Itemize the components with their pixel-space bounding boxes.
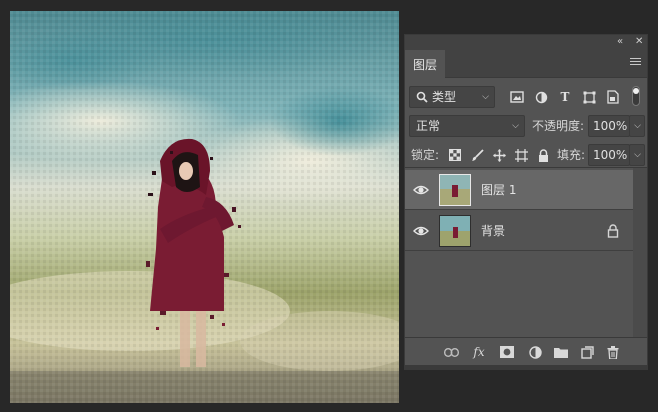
document-canvas[interactable] xyxy=(10,11,399,403)
layer-thumbnail xyxy=(439,215,471,247)
new-layer-icon[interactable] xyxy=(579,344,595,360)
blend-mode-value: 正常 xyxy=(416,119,441,133)
panel-bottom-bar: fx xyxy=(405,337,647,365)
filter-row: 类型 ⌵ T xyxy=(405,85,647,109)
opacity-value: 100% xyxy=(593,119,628,133)
chevron-down-icon: ⌵ xyxy=(634,121,641,131)
fill-label: 填充: xyxy=(557,148,586,162)
opacity-label: 不透明度: xyxy=(532,119,585,133)
search-icon xyxy=(416,91,428,103)
tab-layers[interactable]: 图层 xyxy=(405,50,445,78)
filter-kind-dropdown[interactable]: 类型 ⌵ xyxy=(409,86,495,108)
lock-label: 锁定: xyxy=(411,148,440,162)
lock-transparent-pixels-icon[interactable] xyxy=(447,147,463,163)
close-icon[interactable]: ✕ xyxy=(635,36,643,48)
chevron-down-icon: ⌵ xyxy=(482,92,489,102)
fill-input[interactable]: 100% xyxy=(588,144,630,166)
filter-toggle-icon[interactable] xyxy=(631,86,641,106)
image-filter-icon[interactable] xyxy=(509,89,525,105)
layer-row-layer-1[interactable]: 图层 1 xyxy=(405,170,633,210)
lock-position-icon[interactable] xyxy=(491,147,507,163)
layer-thumbnail xyxy=(439,174,471,206)
lock-artboard-icon[interactable] xyxy=(513,147,529,163)
blend-mode-dropdown[interactable]: 正常 ⌵ xyxy=(409,115,525,137)
eye-visibility-icon[interactable] xyxy=(413,224,429,238)
mask-icon[interactable] xyxy=(499,344,515,360)
type-filter-icon[interactable]: T xyxy=(557,89,573,105)
filter-kind-value: 类型 xyxy=(432,90,457,104)
shape-filter-icon[interactable] xyxy=(581,89,597,105)
chevron-down-icon: ⌵ xyxy=(634,150,641,160)
blend-row: 正常 ⌵ 不透明度: 100% ⌵ xyxy=(405,114,647,138)
layer-name[interactable]: 背景 xyxy=(481,222,505,239)
panel-menu-icon[interactable] xyxy=(630,58,641,68)
opacity-input[interactable]: 100% xyxy=(588,115,630,137)
group-folder-icon[interactable] xyxy=(553,344,569,360)
chevron-down-icon: ⌵ xyxy=(512,121,519,131)
eye-visibility-icon[interactable] xyxy=(413,183,429,197)
tab-layers-label: 图层 xyxy=(412,57,437,72)
lock-all-icon[interactable] xyxy=(535,147,551,163)
link-layers-icon[interactable] xyxy=(443,344,459,360)
fx-icon[interactable]: fx xyxy=(471,344,487,360)
fx-label: fx xyxy=(473,345,485,359)
trash-icon[interactable] xyxy=(605,344,621,360)
fill-slider-toggle[interactable]: ⌵ xyxy=(629,144,645,166)
lock-row: 锁定: 填充: 100% ⌵ xyxy=(405,143,647,167)
layers-list: 图层 1 背景 xyxy=(405,168,647,338)
adjustment-filter-icon[interactable] xyxy=(533,89,549,105)
panel-topbar: « ✕ xyxy=(405,35,647,50)
layer-name[interactable]: 图层 1 xyxy=(481,181,516,198)
canvas-artwork xyxy=(10,11,399,403)
collapse-panel-icon[interactable]: « xyxy=(617,36,623,48)
layers-panel: « ✕ 图层 类型 ⌵ T 正常 ⌵ 不透明度: 100% ⌵ 锁定: 填充: … xyxy=(404,34,648,366)
lock-image-pixels-icon[interactable] xyxy=(469,147,485,163)
lock-icon xyxy=(607,224,619,238)
opacity-slider-toggle[interactable]: ⌵ xyxy=(629,115,645,137)
panel-resize-grip[interactable] xyxy=(404,366,648,370)
smart-object-filter-icon[interactable] xyxy=(605,89,621,105)
adjustment-layer-icon[interactable] xyxy=(527,344,543,360)
layers-scrollbar[interactable] xyxy=(633,168,647,338)
layer-row-background[interactable]: 背景 xyxy=(405,211,633,251)
fill-value: 100% xyxy=(593,148,628,162)
panel-tab-row: 图层 xyxy=(405,50,647,78)
